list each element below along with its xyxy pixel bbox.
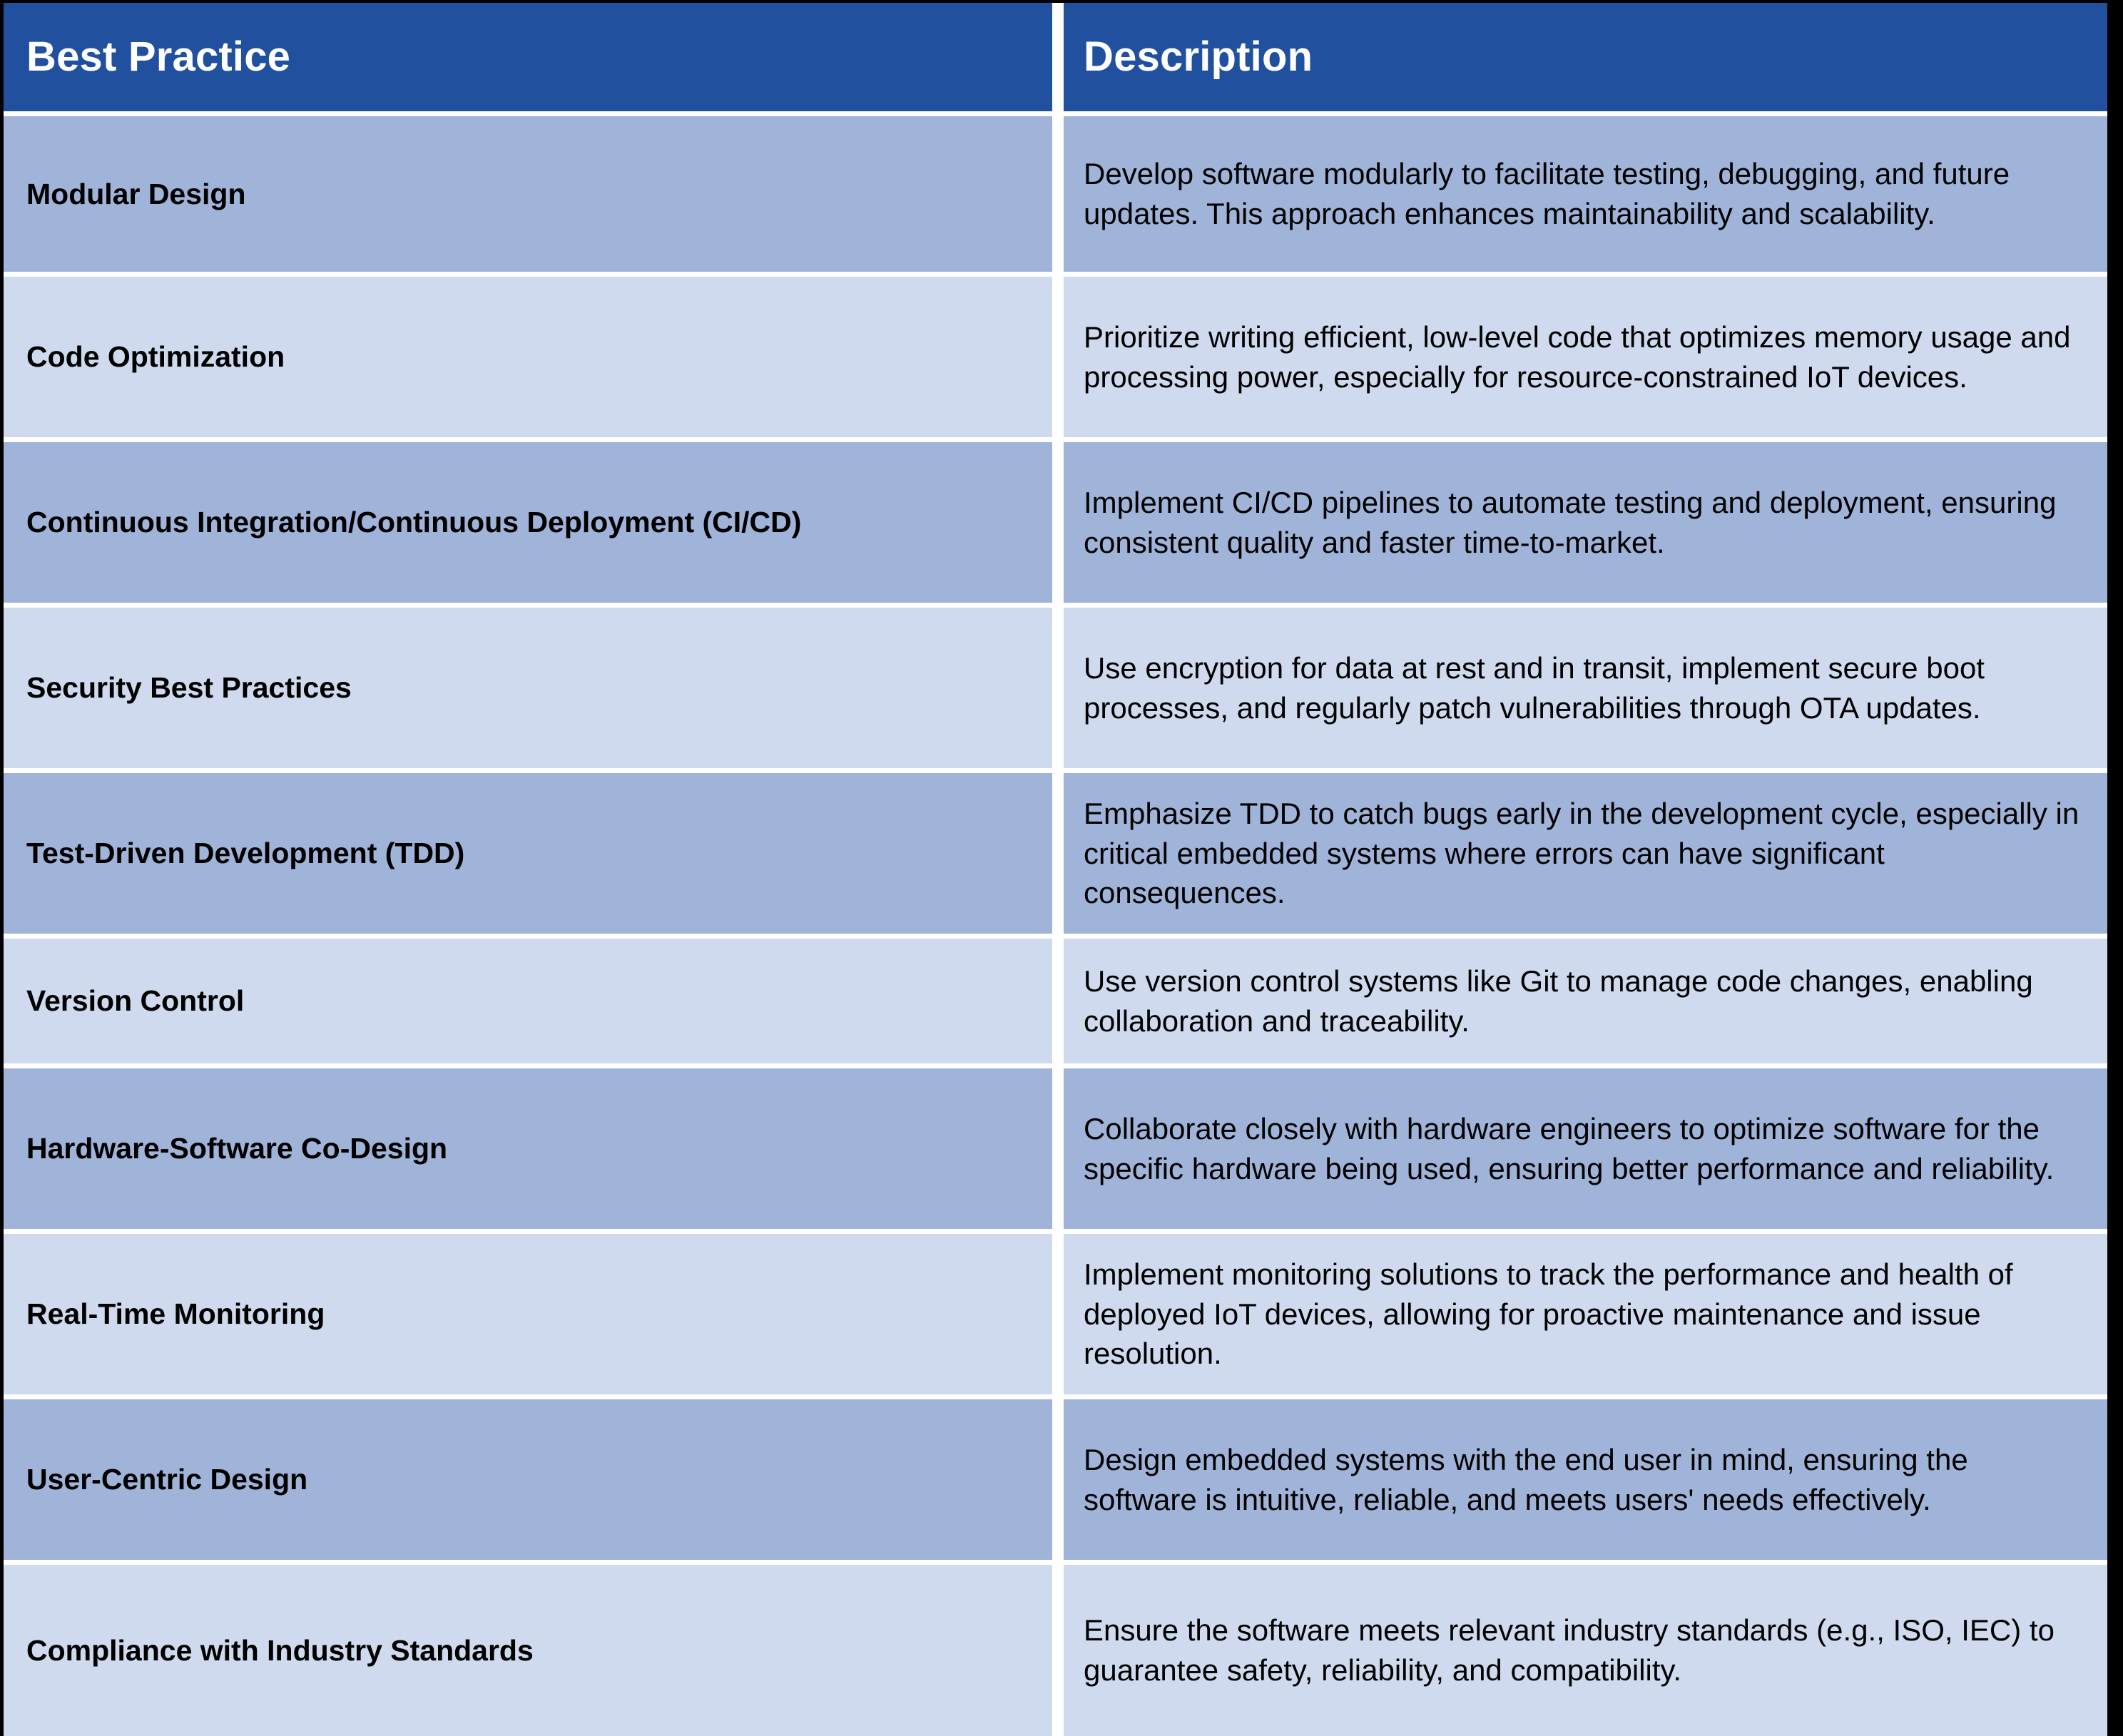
row-divider <box>4 1229 2107 1234</box>
cell-description: Develop software modularly to facilitate… <box>1064 116 2107 272</box>
cell-description: Use encryption for data at rest and in t… <box>1064 608 2107 768</box>
cell-description: Ensure the software meets relevant indus… <box>1064 1565 2107 1736</box>
cell-description: Prioritize writing efficient, low-level … <box>1064 277 2107 437</box>
cell-description: Implement CI/CD pipelines to automate te… <box>1064 442 2107 603</box>
table-row: Test-Driven Development (TDD) Emphasize … <box>4 773 2107 934</box>
row-divider <box>4 111 2107 116</box>
column-divider <box>1052 608 1064 768</box>
practice-name: Compliance with Industry Standards <box>26 1633 534 1667</box>
row-divider <box>4 1560 2107 1565</box>
table-row: Hardware-Software Co-Design Collaborate … <box>4 1068 2107 1229</box>
practice-description: Implement CI/CD pipelines to automate te… <box>1084 485 2057 559</box>
table-row: Real-Time Monitoring Implement monitorin… <box>4 1234 2107 1394</box>
cell-practice: User-Centric Design <box>4 1399 1052 1560</box>
header-cell-best-practice: Best Practice <box>4 3 1052 111</box>
practice-name: Code Optimization <box>26 340 285 374</box>
table-row: Compliance with Industry Standards Ensur… <box>4 1565 2107 1736</box>
practice-description: Collaborate closely with hardware engine… <box>1084 1111 2055 1185</box>
column-divider <box>1052 116 1064 272</box>
cell-practice: Hardware-Software Co-Design <box>4 1068 1052 1229</box>
column-divider <box>1052 1565 1064 1736</box>
cell-practice: Version Control <box>4 939 1052 1063</box>
practice-name: Continuous Integration/Continuous Deploy… <box>26 506 802 539</box>
row-divider <box>4 603 2107 608</box>
header-cell-description: Description <box>1064 3 2107 111</box>
row-divider <box>4 768 2107 773</box>
table-row: Code Optimization Prioritize writing eff… <box>4 277 2107 437</box>
table-row: Version Control Use version control syst… <box>4 939 2107 1063</box>
practice-description: Prioritize writing efficient, low-level … <box>1084 320 2071 394</box>
practice-description: Implement monitoring solutions to track … <box>1084 1257 2013 1371</box>
row-divider <box>4 934 2107 939</box>
column-divider <box>1052 3 1064 111</box>
practice-name: Modular Design <box>26 177 246 210</box>
table-row: Continuous Integration/Continuous Deploy… <box>4 442 2107 603</box>
column-header-best-practice: Best Practice <box>26 34 291 81</box>
table-row: User-Centric Design Design embedded syst… <box>4 1399 2107 1560</box>
cell-practice: Compliance with Industry Standards <box>4 1565 1052 1736</box>
column-divider <box>1052 1068 1064 1229</box>
row-divider <box>4 272 2107 277</box>
column-divider <box>1052 277 1064 437</box>
practice-description: Develop software modularly to facilitate… <box>1084 157 2010 230</box>
table-row: Security Best Practices Use encryption f… <box>4 608 2107 768</box>
cell-practice: Modular Design <box>4 116 1052 272</box>
practice-description: Emphasize TDD to catch bugs early in the… <box>1084 796 2079 910</box>
cell-practice: Code Optimization <box>4 277 1052 437</box>
table-header-row: Best Practice Description <box>4 3 2107 111</box>
column-header-description: Description <box>1084 34 1313 81</box>
cell-practice: Test-Driven Development (TDD) <box>4 773 1052 934</box>
column-divider <box>1052 1399 1064 1560</box>
practice-description: Ensure the software meets relevant indus… <box>1084 1613 2055 1687</box>
practice-description: Design embedded systems with the end use… <box>1084 1442 1968 1516</box>
cell-description: Design embedded systems with the end use… <box>1064 1399 2107 1560</box>
best-practices-table: Best Practice Description Modular Design… <box>4 3 2107 1736</box>
practice-name: Hardware-Software Co-Design <box>26 1132 448 1165</box>
cell-practice: Real-Time Monitoring <box>4 1234 1052 1394</box>
row-divider <box>4 437 2107 442</box>
practice-description: Use encryption for data at rest and in t… <box>1084 650 1985 725</box>
practice-name: Test-Driven Development (TDD) <box>26 837 465 870</box>
column-divider <box>1052 773 1064 934</box>
column-divider <box>1052 939 1064 1063</box>
practice-name: User-Centric Design <box>26 1463 308 1496</box>
page-frame: Best Practice Description Modular Design… <box>0 0 2123 1736</box>
practice-description: Use version control systems like Git to … <box>1084 964 2033 1038</box>
cell-practice: Continuous Integration/Continuous Deploy… <box>4 442 1052 603</box>
cell-description: Use version control systems like Git to … <box>1064 939 2107 1063</box>
practice-name: Version Control <box>26 984 245 1018</box>
cell-description: Collaborate closely with hardware engine… <box>1064 1068 2107 1229</box>
practice-name: Security Best Practices <box>26 671 352 705</box>
cell-description: Emphasize TDD to catch bugs early in the… <box>1064 773 2107 934</box>
column-divider <box>1052 442 1064 603</box>
practice-name: Real-Time Monitoring <box>26 1297 325 1331</box>
table-row: Modular Design Develop software modularl… <box>4 116 2107 272</box>
row-divider <box>4 1063 2107 1068</box>
column-divider <box>1052 1234 1064 1394</box>
cell-description: Implement monitoring solutions to track … <box>1064 1234 2107 1394</box>
cell-practice: Security Best Practices <box>4 608 1052 768</box>
row-divider <box>4 1394 2107 1399</box>
